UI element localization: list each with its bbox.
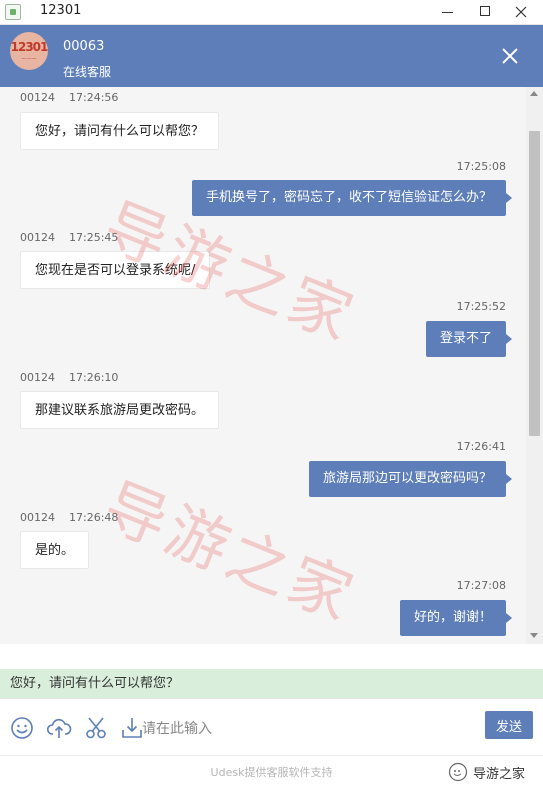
message-bubble-sent: 旅游局那边可以更改密码吗？ <box>308 461 513 497</box>
sender-id: 00124 <box>20 91 55 104</box>
agent-logo: 12301 ——— <box>10 32 48 70</box>
agent-id: 00063 <box>63 39 105 54</box>
message-meta: 00124 17:26:10 <box>20 371 118 384</box>
message-time: 17:27:08 <box>456 579 506 592</box>
message-time: 17:25:52 <box>456 300 506 313</box>
message-meta: 00124 17:26:48 <box>20 511 118 524</box>
minimize-button[interactable] <box>432 0 462 24</box>
input-area: 发送 <box>0 698 543 755</box>
scroll-up-icon[interactable] <box>530 91 538 96</box>
message-bubble-sent: 好的，谢谢！ <box>399 600 513 636</box>
chat-scrollbar[interactable] <box>526 87 543 644</box>
app-icon <box>5 4 21 20</box>
scissors-icon[interactable] <box>83 715 109 741</box>
message-bubble-received: 是的。 <box>20 531 90 569</box>
message-input[interactable] <box>140 713 474 745</box>
footer: Udesk提供客服软件支持 导游之家 <box>0 755 543 790</box>
emoji-icon[interactable] <box>9 715 35 741</box>
message-bubble-received: 您好，请问有什么可以帮您？ <box>20 112 220 150</box>
quick-reply-suggestion[interactable]: 您好，请问有什么可以帮您？ <box>0 669 543 698</box>
agent-role: 在线客服 <box>63 65 112 79</box>
window-titlebar: 12301 <box>0 0 543 25</box>
message-bubble-received: 那建议联系旅游局更改密码。 <box>20 391 220 429</box>
message-meta: 00124 17:25:45 <box>20 231 118 244</box>
chat-close-button[interactable] <box>500 46 520 66</box>
sender-id: 00124 <box>20 371 55 384</box>
message-time: 17:26:48 <box>69 511 119 524</box>
logo-text: 12301 <box>10 40 48 54</box>
chat-header: 12301 ——— 00063 在线客服 <box>0 25 543 87</box>
upload-cloud-icon[interactable] <box>46 715 72 741</box>
maximize-button[interactable] <box>470 0 500 24</box>
window-title: 12301 <box>40 3 82 18</box>
wechat-icon <box>448 762 468 782</box>
logo-underline: ——— <box>21 56 37 62</box>
sender-id: 00124 <box>20 231 55 244</box>
message-time: 17:24:56 <box>69 91 119 104</box>
message-time: 17:25:08 <box>456 160 506 173</box>
message-bubble-sent: 登录不了 <box>425 321 513 357</box>
close-icon <box>515 6 527 18</box>
message-meta: 00124 17:24:56 <box>20 91 118 104</box>
scroll-thumb[interactable] <box>529 131 540 436</box>
sender-id: 00124 <box>20 511 55 524</box>
send-button[interactable]: 发送 <box>485 711 533 739</box>
message-time: 17:26:10 <box>69 371 119 384</box>
message-time: 17:26:41 <box>456 440 506 453</box>
message-bubble-received: 您现在是否可以登录系统呢/ <box>20 251 211 289</box>
message-bubble-sent: 手机换号了，密码忘了，收不了短信验证怎么办？ <box>191 180 513 216</box>
close-icon <box>502 48 518 64</box>
brand-label: 导游之家 <box>473 767 526 782</box>
chat-history[interactable]: 00124 17:24:56 您好，请问有什么可以帮您？ 17:25:08 手机… <box>0 87 543 644</box>
window-close-button[interactable] <box>506 0 536 24</box>
message-time: 17:25:45 <box>69 231 119 244</box>
scroll-down-icon[interactable] <box>530 633 538 638</box>
